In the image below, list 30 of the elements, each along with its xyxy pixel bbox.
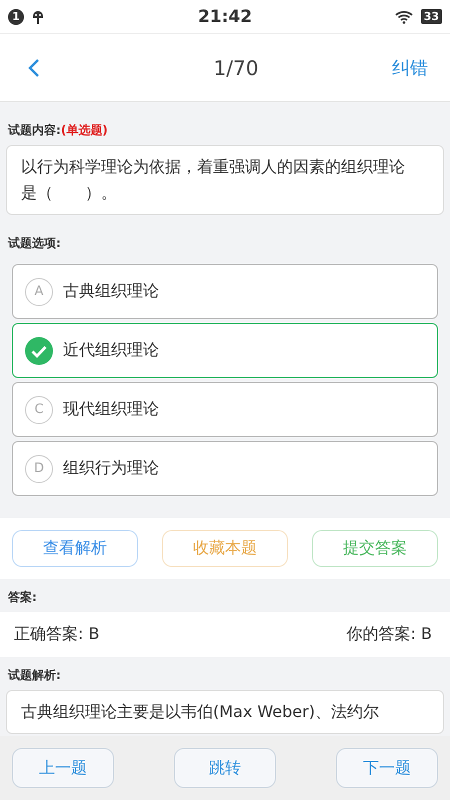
- question-counter: 1/70: [214, 56, 258, 80]
- option-button[interactable]: C 现代组织理论: [12, 382, 438, 437]
- nav-button[interactable]: 下一题: [336, 748, 438, 788]
- nav-button[interactable]: 跳转: [174, 748, 276, 788]
- section-label: 答案:: [8, 589, 37, 606]
- nav-button[interactable]: 上一题: [12, 748, 114, 788]
- action-button[interactable]: 收藏本题: [162, 530, 288, 567]
- option-letter: A: [25, 278, 53, 306]
- check-icon: [25, 336, 53, 364]
- option-letter: D: [25, 454, 53, 482]
- section-label: 试题解析:: [8, 667, 61, 684]
- question-text: 以行为科学理论为依据，着重强调人的因素的组织理论是（ ）。: [6, 145, 444, 215]
- analysis-text: 古典组织理论主要是以韦伯(Max Weber)、法约尔: [6, 690, 444, 734]
- correct-answer: 正确答案: B: [14, 624, 100, 645]
- option-letter: C: [25, 396, 53, 424]
- option-button[interactable]: A 古典组织理论: [12, 264, 438, 319]
- question-type: (单选题): [60, 122, 108, 139]
- section-label: 试题选项:: [8, 235, 61, 252]
- option-button[interactable]: D 组织行为理论: [12, 441, 438, 496]
- clock: 21:42: [198, 6, 252, 26]
- section-label: 试题内容:: [8, 122, 61, 139]
- your-answer: 你的答案: B: [346, 624, 432, 645]
- report-error-link[interactable]: 纠错: [392, 56, 428, 80]
- back-icon[interactable]: [28, 58, 40, 78]
- battery-level: 33: [420, 9, 442, 24]
- action-button[interactable]: 查看解析: [12, 530, 138, 567]
- option-button[interactable]: 近代组织理论: [12, 323, 438, 378]
- action-button[interactable]: 提交答案: [312, 530, 438, 567]
- wifi-icon: [394, 10, 413, 24]
- notification-badge: 1: [8, 8, 24, 24]
